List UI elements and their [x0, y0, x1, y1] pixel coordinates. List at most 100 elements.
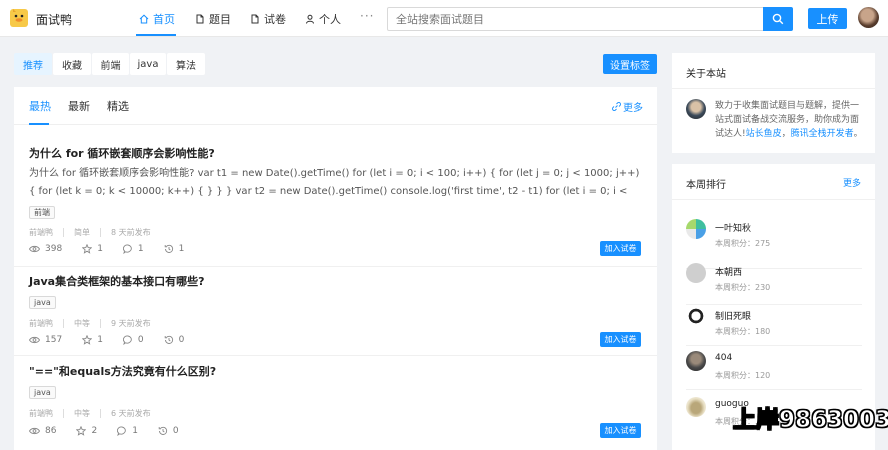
- rank-score: 本周积分：180: [715, 327, 771, 336]
- tag-algorithm[interactable]: 算法: [167, 53, 205, 75]
- question-stats: 398 1 1 1: [29, 244, 204, 254]
- question-difficulty: 简单: [74, 228, 90, 237]
- view-count: 398: [29, 244, 62, 254]
- card-divider: [672, 88, 875, 89]
- top-nav-bar: 面试鸭 首页 题目 试卷 个人 ··· 上传: [0, 0, 888, 37]
- search-input[interactable]: [387, 7, 764, 31]
- like-count[interactable]: 1: [82, 335, 103, 345]
- tag-favorites[interactable]: 收藏: [53, 53, 91, 75]
- comment-count-value: 0: [137, 335, 144, 345]
- tag-java[interactable]: java: [130, 53, 166, 75]
- tab-hottest[interactable]: 最热: [29, 98, 51, 114]
- nav-home-label: 首页: [153, 13, 175, 26]
- rank-avatar: [686, 219, 706, 239]
- view-count-value: 157: [45, 335, 63, 345]
- question-tag[interactable]: java: [29, 386, 56, 399]
- eye-icon: [29, 245, 40, 253]
- tag-recommend[interactable]: 推荐: [14, 53, 52, 75]
- question-tag[interactable]: 前端: [29, 206, 55, 219]
- ranking-more-link[interactable]: 更多: [843, 176, 861, 189]
- comment-count-value: 1: [132, 426, 138, 436]
- rank-score: 本周积分：230: [715, 283, 771, 292]
- rank-item[interactable]: 404 本周积分：120: [686, 350, 862, 390]
- comment-count[interactable]: 0: [122, 335, 144, 345]
- like-count[interactable]: 2: [76, 426, 97, 436]
- rank-divider: [686, 345, 862, 346]
- question-difficulty: 中等: [74, 319, 90, 328]
- nav-personal[interactable]: 个人: [305, 11, 341, 27]
- star-icon: [82, 335, 93, 345]
- nav-home[interactable]: 首页: [139, 11, 175, 27]
- favorite-count-value: 1: [178, 244, 185, 254]
- more-link-label: 更多: [623, 103, 643, 114]
- about-card: 关于本站 致力于收集面试题目与题解，提供一站式面试备战交流服务，助你成为面试达人…: [672, 53, 875, 153]
- more-link[interactable]: 更多: [612, 99, 643, 114]
- rank-item[interactable]: 一叶知秋 本周积分：275: [686, 218, 862, 258]
- question-author[interactable]: 前端鸭: [29, 318, 53, 329]
- owner-role-link[interactable]: 腾讯全栈开发者: [791, 129, 854, 139]
- star-icon: [82, 244, 93, 254]
- rank-item[interactable]: 本朝西 本周积分：230: [686, 262, 862, 302]
- nav-active-indicator: [136, 34, 176, 36]
- question-difficulty: 中等: [74, 409, 90, 418]
- add-to-paper-button[interactable]: 加入试卷: [600, 241, 641, 256]
- like-count-value: 2: [91, 426, 98, 436]
- set-tags-button[interactable]: 设置标签: [603, 54, 657, 74]
- link-icon: [612, 102, 621, 111]
- tab-newest[interactable]: 最新: [68, 98, 90, 114]
- view-count-value: 86: [45, 426, 57, 436]
- question-tag[interactable]: java: [29, 296, 56, 309]
- question-author[interactable]: 前端鸭: [29, 408, 53, 419]
- brand-name[interactable]: 面试鸭: [36, 11, 72, 28]
- rank-username: 制旧死眼: [715, 312, 752, 322]
- question-title[interactable]: Java集合类框架的基本接口有哪些?: [29, 273, 205, 289]
- upload-button[interactable]: 上传: [808, 8, 847, 29]
- comment-count[interactable]: 1: [117, 426, 138, 436]
- user-avatar[interactable]: [858, 7, 879, 28]
- comment-icon: [117, 426, 126, 436]
- question-tabs: 最热 最新 精选 更多: [14, 87, 657, 125]
- add-to-paper-button[interactable]: 加入试卷: [600, 332, 641, 347]
- rank-item[interactable]: 制旧死眼 本周积分：180: [686, 306, 862, 346]
- favorite-count[interactable]: 0: [158, 426, 179, 436]
- row-divider: [14, 355, 657, 356]
- question-time: 6 天前发布: [111, 409, 151, 418]
- question-author[interactable]: 前端鸭: [29, 227, 53, 238]
- ranking-title: 本周排行: [686, 180, 726, 191]
- search-icon: [772, 13, 784, 25]
- nav-questions[interactable]: 题目: [195, 11, 231, 27]
- duck-logo-icon[interactable]: [10, 9, 28, 27]
- question-meta: 前端鸭 简单 8 天前发布: [29, 227, 151, 238]
- question-stats: 157 1 0 0: [29, 335, 204, 345]
- nav-more-ellipsis[interactable]: ···: [360, 9, 374, 23]
- tag-frontend[interactable]: 前端: [92, 53, 129, 75]
- favorite-count[interactable]: 1: [164, 244, 185, 254]
- user-icon: [306, 14, 314, 24]
- like-count-value: 1: [97, 335, 103, 345]
- view-count: 157: [29, 335, 62, 345]
- nav-papers-label: 试卷: [264, 13, 286, 26]
- question-time: 8 天前发布: [111, 228, 151, 237]
- question-title[interactable]: 为什么 for 循环嵌套顺序会影响性能?: [29, 145, 215, 161]
- favorite-count-value: 0: [172, 426, 179, 436]
- nav-papers[interactable]: 试卷: [250, 11, 286, 27]
- comment-count-value: 1: [137, 244, 144, 254]
- history-icon: [164, 244, 173, 253]
- about-text: 致力于收集面试题目与题解，提供一站式面试备战交流服务，助你成为面试达人!站长鱼皮…: [715, 99, 865, 141]
- rank-avatar: [686, 307, 706, 327]
- eye-icon: [29, 336, 40, 344]
- owner-link[interactable]: 站长鱼皮: [746, 129, 782, 139]
- rank-score: 本周积分：120: [715, 371, 771, 380]
- tab-featured[interactable]: 精选: [107, 98, 129, 114]
- row-divider: [14, 266, 657, 267]
- add-to-paper-button[interactable]: 加入试卷: [600, 423, 641, 438]
- eye-icon: [29, 427, 40, 435]
- comment-count[interactable]: 1: [122, 244, 144, 254]
- comment-icon: [122, 335, 132, 345]
- search-button[interactable]: [763, 7, 793, 31]
- like-count[interactable]: 1: [82, 244, 103, 254]
- rank-avatar: [686, 351, 706, 371]
- favorite-count[interactable]: 0: [164, 335, 184, 345]
- nav-questions-label: 题目: [209, 13, 231, 26]
- question-title[interactable]: "=="和equals方法究竟有什么区别?: [29, 363, 216, 379]
